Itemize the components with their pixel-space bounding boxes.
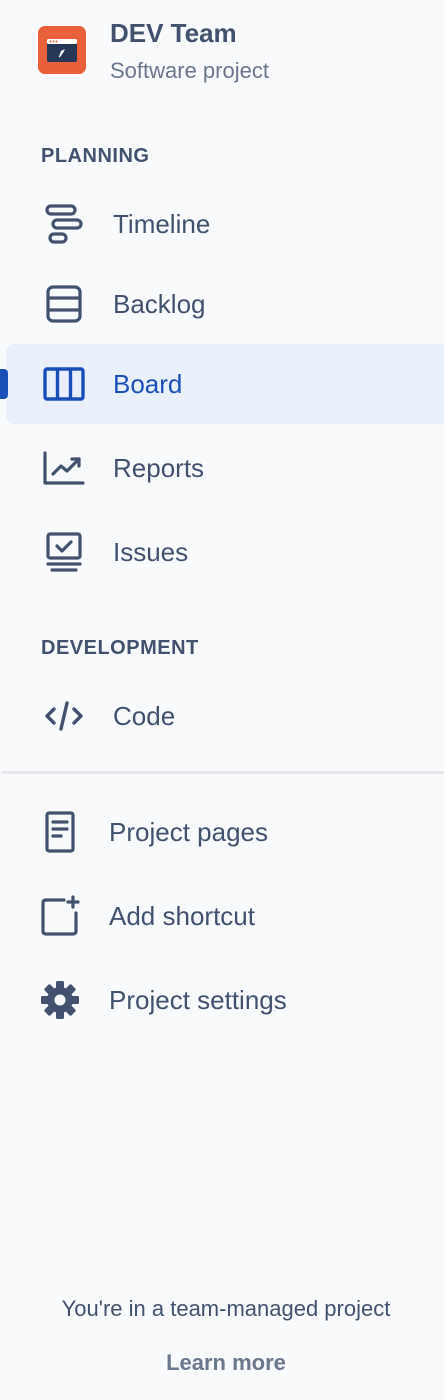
sidebar-item-label: Project pages bbox=[109, 816, 268, 847]
rocket-window-icon bbox=[47, 39, 77, 62]
issues-icon bbox=[46, 532, 82, 572]
project-sidebar: DEV Team Software project PLANNING Timel… bbox=[0, 0, 444, 1400]
sidebar-item-label: Reports bbox=[113, 452, 205, 483]
sidebar-item-label: Timeline bbox=[113, 208, 211, 239]
gear-icon bbox=[41, 981, 79, 1019]
page-icon bbox=[45, 811, 75, 853]
add-shortcut-icon bbox=[41, 895, 80, 936]
section-heading-planning: PLANNING bbox=[41, 145, 150, 167]
project-text: DEV Team Software project bbox=[110, 18, 269, 86]
sidebar-item-label: Issues bbox=[113, 536, 189, 567]
sidebar-item-label: Project settings bbox=[109, 984, 287, 1015]
sidebar-item-reports[interactable]: Reports bbox=[6, 428, 444, 508]
project-type: Software project bbox=[110, 58, 269, 83]
section-heading-development: DEVELOPMENT bbox=[41, 637, 199, 659]
sidebar-item-add-shortcut[interactable]: Add shortcut bbox=[6, 876, 444, 956]
sidebar-item-label: Code bbox=[113, 700, 176, 731]
sidebar-item-backlog[interactable]: Backlog bbox=[6, 264, 444, 344]
sidebar-item-timeline[interactable]: Timeline bbox=[6, 184, 444, 264]
sidebar-item-label: Backlog bbox=[113, 288, 206, 319]
sidebar-item-label: Board bbox=[113, 368, 183, 399]
sidebar-divider bbox=[2, 771, 444, 774]
sidebar-item-board[interactable]: Board bbox=[0, 344, 444, 424]
sidebar-item-issues[interactable]: Issues bbox=[6, 512, 444, 592]
active-indicator bbox=[0, 369, 8, 399]
timeline-icon bbox=[45, 204, 83, 244]
code-icon bbox=[45, 701, 83, 731]
project-name: DEV Team bbox=[110, 18, 237, 48]
sidebar-item-label: Add shortcut bbox=[109, 900, 255, 931]
reports-icon bbox=[43, 451, 85, 485]
project-header[interactable]: DEV Team Software project bbox=[38, 18, 269, 86]
team-managed-message: You're in a team-managed project bbox=[61, 1296, 391, 1321]
sidebar-item-project-settings[interactable]: Project settings bbox=[6, 960, 444, 1040]
backlog-icon bbox=[46, 285, 82, 323]
board-icon bbox=[43, 367, 85, 401]
learn-more-link[interactable]: Learn more bbox=[0, 1350, 444, 1376]
sidebar-item-code[interactable]: Code bbox=[6, 676, 444, 756]
sidebar-item-project-pages[interactable]: Project pages bbox=[6, 792, 444, 872]
project-avatar[interactable] bbox=[38, 26, 86, 74]
